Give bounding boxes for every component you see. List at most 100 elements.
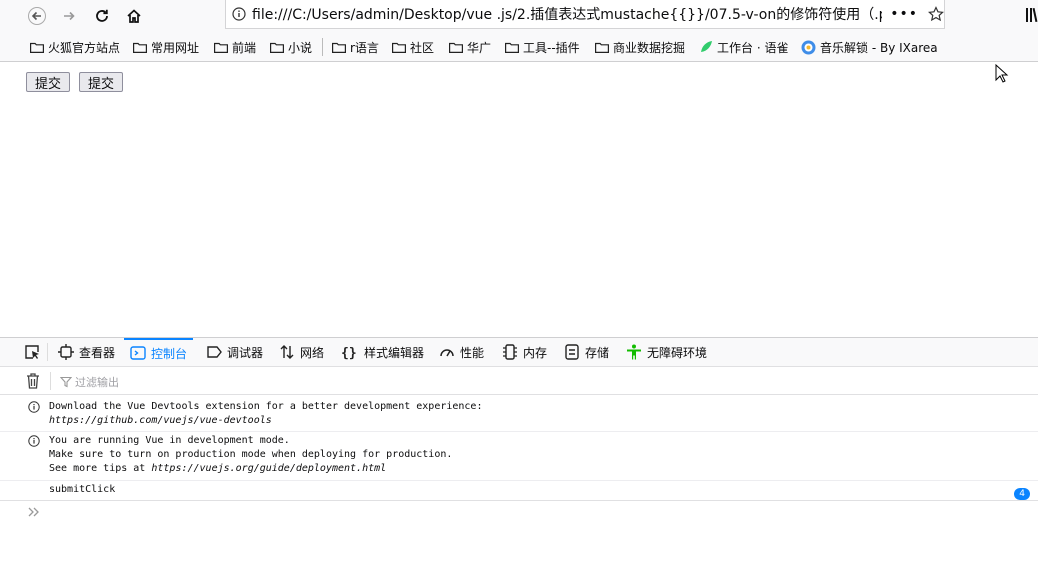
message-divider <box>0 431 1038 432</box>
accessibility-icon <box>627 344 641 360</box>
message-body: Download the Vue Devtools extension for … <box>49 400 482 428</box>
style-editor-icon: {} <box>341 346 357 360</box>
bookmark-label: 华广 <box>467 40 492 55</box>
message-body: You are running Vue in development mode.… <box>49 434 452 476</box>
bookmark-item[interactable]: 工作台 · 语雀 <box>699 39 788 55</box>
pick-element-icon[interactable] <box>24 344 40 363</box>
tab-style-editor[interactable]: {} 样式编辑器 <box>341 338 424 366</box>
message-link[interactable]: https://vuejs.org/guide/deployment.html <box>151 463 386 474</box>
tab-storage[interactable]: 存储 <box>564 338 609 366</box>
forward-button[interactable] <box>57 4 81 28</box>
bookmark-item[interactable]: r语言 <box>332 39 379 55</box>
tab-label: 性能 <box>460 345 485 360</box>
tab-inspector[interactable]: 查看器 <box>58 338 115 366</box>
page-actions-icon[interactable]: ••• <box>890 6 918 22</box>
submit-button-1[interactable]: 提交 <box>26 72 71 92</box>
console-message: You are running Vue in development mode.… <box>0 434 1038 478</box>
filter-placeholder: 过滤输出 <box>75 376 119 389</box>
console-message: submitClick <box>0 483 1038 499</box>
folder-icon <box>270 42 284 53</box>
bookmark-item[interactable]: 华广 <box>449 39 491 55</box>
console-icon <box>130 346 146 360</box>
tab-label: 内存 <box>523 345 548 360</box>
back-arrow-icon <box>28 7 46 25</box>
message-text: submitClick <box>49 484 116 495</box>
console-input[interactable] <box>27 506 41 521</box>
folder-icon <box>332 42 346 53</box>
folder-icon <box>392 42 406 53</box>
home-button[interactable] <box>122 4 146 28</box>
folder-icon <box>133 42 147 53</box>
tab-memory[interactable]: 内存 <box>502 338 547 366</box>
tab-network[interactable]: 网络 <box>279 338 324 366</box>
home-icon <box>127 9 141 23</box>
address-bar[interactable]: file:///C:/Users/admin/Desktop/vue .js/2… <box>225 0 945 29</box>
bookmark-star-icon[interactable] <box>928 6 944 22</box>
bookmark-label: 小说 <box>288 40 313 55</box>
message-text: See more tips at <box>49 463 152 474</box>
folder-icon <box>505 42 519 53</box>
bookmark-item[interactable]: 工具--插件 <box>505 39 580 55</box>
chevron-prompt-icon <box>28 507 39 517</box>
bookmark-label: 商业数据挖掘 <box>613 40 686 55</box>
bookmark-label: r语言 <box>350 40 379 55</box>
bookmark-item[interactable]: 社区 <box>392 39 434 55</box>
message-text: You are running Vue in development mode. <box>49 435 290 446</box>
folder-icon <box>214 42 228 53</box>
tab-label: 网络 <box>300 345 325 360</box>
bookmark-item[interactable]: 前端 <box>214 39 256 55</box>
folder-icon <box>595 42 609 53</box>
navigation-toolbar: file:///C:/Users/admin/Desktop/vue .js/2… <box>0 0 1038 32</box>
tab-performance[interactable]: 性能 <box>439 338 484 366</box>
tab-label: 控制台 <box>151 346 188 361</box>
tab-accessibility[interactable]: 无障碍环境 <box>626 338 707 366</box>
message-text: Download the Vue Devtools extension for … <box>49 401 483 412</box>
forward-arrow-icon <box>64 11 75 21</box>
bookmark-item[interactable]: 火狐官方站点 <box>30 39 120 55</box>
bookmark-separator <box>322 38 323 56</box>
back-button[interactable] <box>25 4 49 28</box>
music-unlock-icon <box>801 40 816 54</box>
tab-console[interactable]: 控制台 <box>124 338 194 366</box>
tab-label: 调试器 <box>227 345 264 360</box>
tab-label: 查看器 <box>79 345 116 360</box>
message-divider <box>0 480 1038 481</box>
filter-icon <box>60 376 72 388</box>
debugger-icon <box>207 346 222 358</box>
tab-label: 无障碍环境 <box>647 345 708 360</box>
tab-separator <box>47 343 48 361</box>
yuque-icon <box>701 41 712 52</box>
reload-button[interactable] <box>90 4 114 28</box>
message-text: Make sure to turn on production mode whe… <box>49 449 453 460</box>
tab-debugger[interactable]: 调试器 <box>206 338 263 366</box>
console-message: Download the Vue Devtools extension for … <box>0 400 1038 430</box>
bookmark-label: 社区 <box>410 40 435 55</box>
bookmark-item[interactable]: 常用网址 <box>133 39 199 55</box>
bookmark-label: 音乐解锁 - By IXarea <box>820 40 938 55</box>
filter-separator <box>50 372 51 390</box>
bookmark-label: 火狐官方站点 <box>48 40 121 55</box>
submit-button-2[interactable]: 提交 <box>79 72 124 92</box>
performance-icon <box>440 349 454 357</box>
info-icon <box>28 435 40 447</box>
console-filter-bar: 过滤输出 <box>0 367 1038 395</box>
tab-label: 样式编辑器 <box>364 345 425 360</box>
message-divider <box>0 500 1038 501</box>
bookmark-item[interactable]: 小说 <box>270 39 312 55</box>
bookmark-item[interactable]: 音乐解锁 - By IXarea <box>801 39 938 55</box>
tab-label: 存储 <box>585 345 610 360</box>
inspector-icon <box>58 344 74 360</box>
repeat-count-badge: 4 <box>1014 488 1030 500</box>
message-link[interactable]: https://github.com/vuejs/vue-devtools <box>49 415 272 426</box>
bookmark-label: 前端 <box>232 40 257 55</box>
library-icon[interactable] <box>1026 7 1038 25</box>
reload-icon <box>96 9 108 22</box>
filter-input[interactable]: 过滤输出 <box>60 374 119 390</box>
trash-icon[interactable] <box>26 373 40 392</box>
bookmarks-toolbar: 火狐官方站点 常用网址 前端 小说 r语言 社区 华广 工具--插件 商业数据挖… <box>0 32 1038 62</box>
bookmark-label: 工作台 · 语雀 <box>717 40 789 55</box>
info-icon <box>28 401 40 413</box>
svg-text:{}: {} <box>341 346 357 360</box>
bookmark-item[interactable]: 商业数据挖掘 <box>595 39 685 55</box>
network-icon <box>280 345 294 359</box>
